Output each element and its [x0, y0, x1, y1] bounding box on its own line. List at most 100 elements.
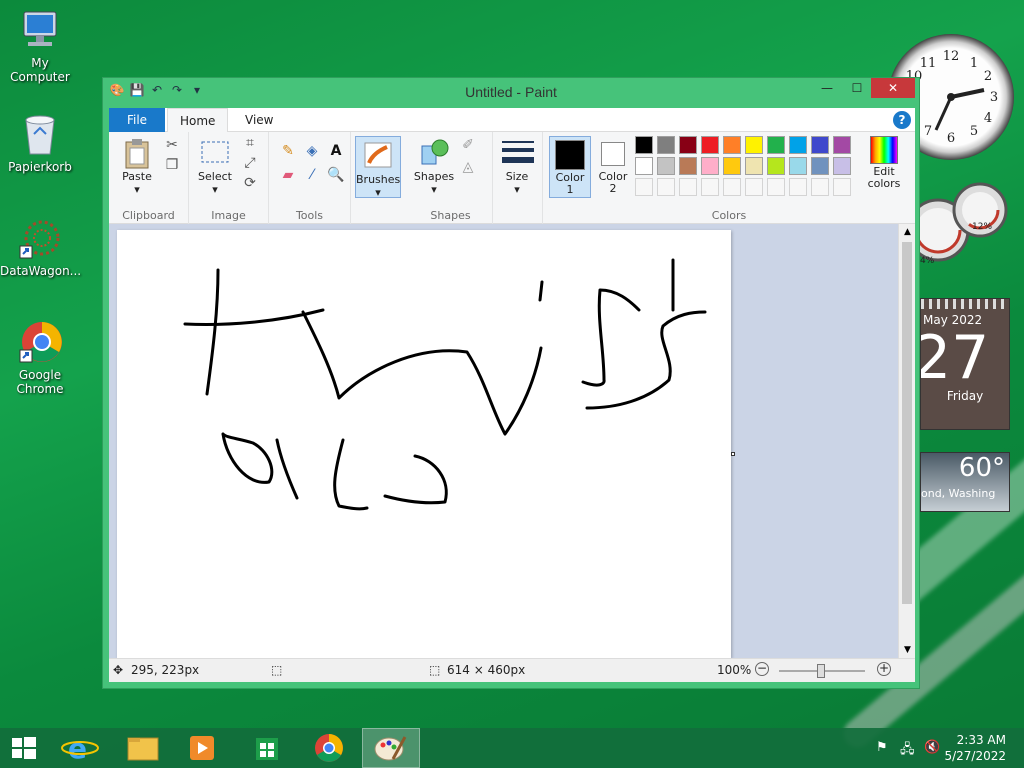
rotate-icon[interactable]: ⟳: [241, 174, 259, 192]
maximize-button[interactable]: ☐: [843, 78, 871, 98]
taskbar-store[interactable]: [238, 728, 296, 768]
tray-date: 5/27/2022: [944, 749, 1006, 763]
palette-swatch[interactable]: [789, 136, 807, 154]
eraser-icon[interactable]: ▰: [279, 166, 297, 184]
palette-swatch[interactable]: [723, 178, 741, 196]
calendar-gadget[interactable]: May 2022 27 Friday: [920, 298, 1010, 430]
cut-icon[interactable]: ✂: [163, 136, 181, 154]
desktop-icon-my-computer[interactable]: My Computer: [0, 8, 80, 84]
help-icon[interactable]: ?: [893, 111, 911, 129]
palette-swatch[interactable]: [833, 136, 851, 154]
desktop-icon-chrome[interactable]: Google Chrome: [0, 320, 80, 396]
taskbar-chrome[interactable]: [300, 728, 358, 768]
taskbar-paint[interactable]: [362, 728, 420, 768]
palette-swatch[interactable]: [767, 136, 785, 154]
scroll-up-icon[interactable]: ▲: [899, 224, 916, 240]
color1-button[interactable]: Color 1: [549, 136, 591, 198]
brushes-button[interactable]: Brushes ▾: [355, 136, 401, 199]
scroll-down-icon[interactable]: ▼: [899, 642, 916, 658]
paint-window[interactable]: 🎨 💾 ↶ ↷ ▾ Untitled - Paint — ☐ ✕ File Ho…: [102, 77, 920, 689]
drawing-canvas[interactable]: [117, 230, 731, 658]
zoom-slider-thumb[interactable]: [817, 664, 825, 678]
palette-swatch[interactable]: [701, 178, 719, 196]
start-button[interactable]: [0, 728, 58, 768]
shapes-label: Shapes: [413, 170, 455, 183]
tab-file[interactable]: File: [109, 108, 165, 132]
drawing-strokes: [183, 258, 707, 511]
desktop-icon-datawagon[interactable]: DataWagon...: [0, 216, 82, 278]
text-tool-icon[interactable]: A: [327, 142, 345, 160]
palette-swatch[interactable]: [833, 178, 851, 196]
resize-icon[interactable]: ⤢: [241, 154, 259, 172]
paint-icon: [374, 736, 407, 761]
palette-swatch[interactable]: [789, 178, 807, 196]
palette-swatch[interactable]: [657, 157, 675, 175]
paste-button[interactable]: Paste ▾: [115, 138, 159, 196]
color2-button[interactable]: Color 2: [593, 136, 633, 198]
magnifier-icon[interactable]: 🔍: [327, 166, 345, 184]
palette-swatch[interactable]: [723, 136, 741, 154]
palette-swatch[interactable]: [657, 178, 675, 196]
palette-swatch[interactable]: [833, 157, 851, 175]
svg-text:4: 4: [984, 111, 992, 126]
palette-swatch[interactable]: [745, 136, 763, 154]
scrollbar-thumb[interactable]: [902, 242, 912, 604]
palette-swatch[interactable]: [679, 178, 697, 196]
palette-swatch[interactable]: [679, 136, 697, 154]
system-clock[interactable]: 2:33 AM 5/27/2022: [944, 732, 1006, 764]
palette-swatch[interactable]: [789, 157, 807, 175]
crop-icon[interactable]: ⌗: [241, 134, 259, 152]
desktop-icon-recycle-bin[interactable]: Papierkorb: [0, 112, 80, 174]
palette-swatch[interactable]: [745, 178, 763, 196]
palette-swatch[interactable]: [745, 157, 763, 175]
shapes-button[interactable]: Shapes ▾: [413, 138, 455, 196]
outline-icon[interactable]: ✐: [459, 136, 477, 154]
chevron-down-icon: ▾: [431, 183, 437, 196]
tab-home[interactable]: Home: [167, 108, 229, 133]
cursor-position: 295, 223px: [131, 663, 200, 677]
palette-swatch[interactable]: [701, 136, 719, 154]
palette-swatch[interactable]: [767, 178, 785, 196]
title-bar[interactable]: 🎨 💾 ↶ ↷ ▾ Untitled - Paint — ☐ ✕: [103, 78, 919, 106]
desktop-icon-label: DataWagon...: [0, 264, 82, 278]
cpu-meter-gadget[interactable]: 12% 4%: [906, 180, 1010, 270]
edit-colors-button[interactable]: Edit colors: [859, 136, 909, 190]
palette-swatch[interactable]: [701, 157, 719, 175]
vertical-scrollbar[interactable]: ▲ ▼: [898, 224, 915, 658]
minimize-button[interactable]: —: [813, 78, 841, 98]
palette-swatch[interactable]: [635, 178, 653, 196]
size-button[interactable]: Size ▾: [499, 138, 535, 196]
tab-view[interactable]: View: [233, 108, 285, 132]
zoom-out-button[interactable]: −: [755, 662, 769, 676]
canvas-area[interactable]: ▲ ▼: [109, 224, 915, 658]
edit-colors-label: Edit colors: [867, 165, 901, 190]
palette-swatch[interactable]: [635, 136, 653, 154]
palette-swatch[interactable]: [657, 136, 675, 154]
copy-icon[interactable]: ❐: [163, 156, 181, 174]
tray-volume-muted-icon[interactable]: 🔇: [924, 740, 940, 755]
palette-swatch[interactable]: [679, 157, 697, 175]
palette-swatch[interactable]: [635, 157, 653, 175]
tray-flag-icon[interactable]: ⚑: [876, 740, 888, 755]
canvas-size-icon: ⬚: [429, 663, 441, 677]
fill-icon[interactable]: ◬: [459, 158, 477, 176]
zoom-in-button[interactable]: +: [877, 662, 891, 676]
color-picker-icon[interactable]: ⁄: [303, 166, 321, 184]
canvas-resize-handle[interactable]: [731, 452, 735, 456]
palette-swatch[interactable]: [811, 178, 829, 196]
weather-gadget[interactable]: 60° ond, Washing: [920, 452, 1010, 512]
line-size-icon: [502, 138, 534, 168]
pencil-icon[interactable]: ✎: [279, 142, 297, 160]
taskbar-media-player[interactable]: [174, 728, 232, 768]
fill-bucket-icon[interactable]: ◈: [303, 142, 321, 160]
close-button[interactable]: ✕: [871, 78, 915, 98]
desktop-icon-label: Google Chrome: [16, 368, 64, 396]
palette-swatch[interactable]: [767, 157, 785, 175]
tray-network-icon[interactable]: 🖧: [900, 740, 915, 762]
palette-swatch[interactable]: [723, 157, 741, 175]
taskbar-file-explorer[interactable]: [114, 728, 172, 768]
palette-swatch[interactable]: [811, 157, 829, 175]
select-button[interactable]: Select ▾: [193, 138, 237, 196]
taskbar-ie[interactable]: e: [52, 728, 110, 768]
palette-swatch[interactable]: [811, 136, 829, 154]
